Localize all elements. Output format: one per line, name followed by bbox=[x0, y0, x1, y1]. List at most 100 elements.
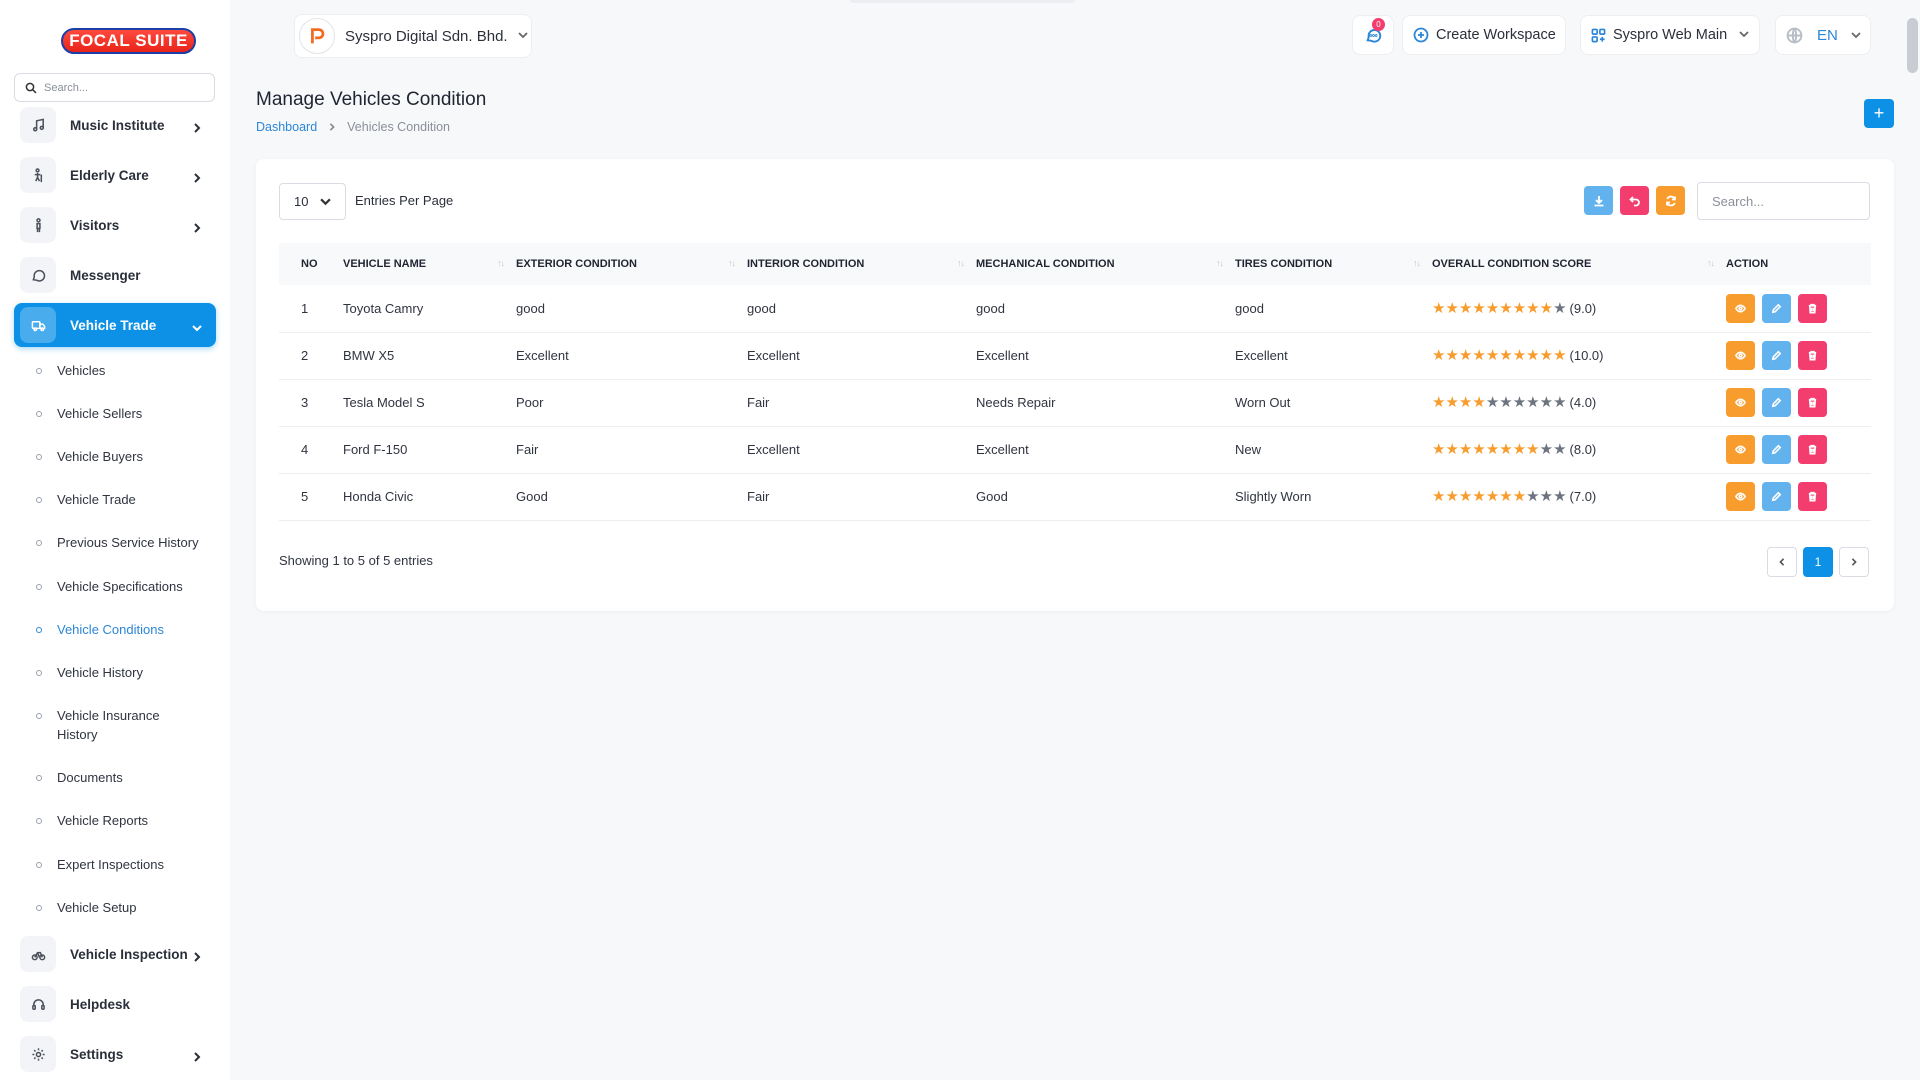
submenu-item-vehicle-reports[interactable]: Vehicle Reports bbox=[36, 811, 216, 830]
star-icon: ★ bbox=[1540, 301, 1553, 316]
submenu-item-vehicle-sellers[interactable]: Vehicle Sellers bbox=[36, 404, 216, 423]
view-button[interactable] bbox=[1726, 341, 1755, 370]
column-header-exterior[interactable]: EXTERIOR CONDITION↑↓ bbox=[516, 243, 747, 285]
column-header-no[interactable]: NO bbox=[279, 243, 343, 285]
sort-icon: ↑↓ bbox=[728, 258, 735, 268]
workspace-switcher[interactable]: Syspro Web Main bbox=[1580, 15, 1760, 55]
cell-no: 4 bbox=[279, 426, 343, 473]
reset-button[interactable] bbox=[1620, 186, 1649, 215]
submenu-item-vehicle-specifications[interactable]: Vehicle Specifications bbox=[36, 577, 216, 596]
column-header-score[interactable]: OVERALL CONDITION SCORE↑↓ bbox=[1432, 243, 1726, 285]
sidebar-item-label: Vehicle Inspection bbox=[70, 947, 192, 962]
submenu-item-expert-inspections[interactable]: Expert Inspections bbox=[36, 855, 216, 874]
submenu-item-vehicle-trade[interactable]: Vehicle Trade bbox=[36, 490, 216, 509]
star-icon: ★ bbox=[1513, 348, 1526, 363]
column-header-tires[interactable]: TIRES CONDITION↑↓ bbox=[1235, 243, 1432, 285]
bullet-icon bbox=[36, 368, 42, 374]
edit-button[interactable] bbox=[1762, 388, 1791, 417]
edit-button[interactable] bbox=[1762, 294, 1791, 323]
bullet-icon bbox=[36, 818, 42, 824]
submenu-item-vehicle-setup[interactable]: Vehicle Setup bbox=[36, 898, 216, 917]
language-code: EN bbox=[1817, 27, 1838, 44]
trash-icon bbox=[1807, 397, 1818, 408]
column-header-label: OVERALL CONDITION SCORE bbox=[1432, 258, 1591, 270]
cell-interior-condition: Fair bbox=[747, 473, 976, 520]
submenu-item-vehicle-history[interactable]: Vehicle History bbox=[36, 663, 216, 682]
submenu-item-vehicle-insurance-history[interactable]: Vehicle Insurance History bbox=[36, 706, 196, 744]
refresh-button[interactable] bbox=[1656, 186, 1685, 215]
sidebar-item-label: Settings bbox=[70, 1047, 192, 1062]
column-header-label: VEHICLE NAME bbox=[343, 258, 426, 270]
submenu-item-label: Vehicles bbox=[57, 361, 105, 380]
sidebar-item-messenger[interactable]: Messenger bbox=[14, 253, 216, 297]
view-button[interactable] bbox=[1726, 435, 1755, 464]
star-icon: ★ bbox=[1540, 395, 1553, 410]
cell-no: 2 bbox=[279, 332, 343, 379]
sidebar-item-visitors[interactable]: Visitors bbox=[14, 203, 216, 247]
cell-tires-condition: Worn Out bbox=[1235, 379, 1432, 426]
submenu-item-documents[interactable]: Documents bbox=[36, 768, 216, 787]
refresh-icon bbox=[1665, 195, 1677, 207]
sidebar-item-label: Music Institute bbox=[70, 118, 192, 133]
view-button[interactable] bbox=[1726, 482, 1755, 511]
view-button[interactable] bbox=[1726, 294, 1755, 323]
edit-button[interactable] bbox=[1762, 435, 1791, 464]
submenu-item-vehicle-conditions[interactable]: Vehicle Conditions bbox=[36, 620, 216, 639]
language-switcher[interactable]: EN bbox=[1775, 15, 1871, 55]
submenu-item-previous-service-history[interactable]: Previous Service History bbox=[36, 533, 216, 552]
view-button[interactable] bbox=[1726, 388, 1755, 417]
sidebar-item-label: Vehicle Trade bbox=[70, 318, 192, 333]
submenu-item-label: Vehicle Trade bbox=[57, 490, 136, 509]
company-switcher[interactable]: Syspro Digital Sdn. Bhd. bbox=[294, 14, 532, 58]
star-icon: ★ bbox=[1472, 489, 1485, 504]
focal-suite-logo[interactable]: FOCAL SUITE bbox=[61, 28, 196, 54]
table-row: 2BMW X5ExcellentExcellentExcellentExcell… bbox=[279, 332, 1871, 379]
submenu-item-label: Vehicle Reports bbox=[57, 811, 148, 830]
sidebar-search-input[interactable] bbox=[44, 82, 194, 94]
cell-vehicle-name: Honda Civic bbox=[343, 473, 516, 520]
page-scrollbar[interactable] bbox=[1907, 18, 1918, 73]
delete-button[interactable] bbox=[1798, 435, 1827, 464]
edit-button[interactable] bbox=[1762, 341, 1791, 370]
star-icon: ★ bbox=[1553, 348, 1566, 363]
table-search-input[interactable] bbox=[1697, 182, 1870, 220]
pagination-next[interactable] bbox=[1839, 547, 1869, 577]
notifications-button[interactable]: 0 bbox=[1352, 15, 1394, 55]
score-text: (4.0) bbox=[1570, 395, 1597, 410]
column-header-vehicle-name[interactable]: VEHICLE NAME↑↓ bbox=[343, 243, 516, 285]
star-rating: ★★★★★★★★★★(10.0) bbox=[1432, 348, 1604, 363]
column-header-mechanical[interactable]: MECHANICAL CONDITION↑↓ bbox=[976, 243, 1235, 285]
star-icon: ★ bbox=[1432, 301, 1445, 316]
column-header-label: INTERIOR CONDITION bbox=[747, 258, 864, 270]
delete-button[interactable] bbox=[1798, 294, 1827, 323]
pagination-prev[interactable] bbox=[1767, 547, 1797, 577]
sidebar-item-music-institute[interactable]: Music Institute bbox=[14, 103, 216, 147]
entries-per-page-select[interactable]: 10 bbox=[279, 183, 346, 220]
sidebar-item-vehicle-trade[interactable]: Vehicle Trade bbox=[14, 303, 216, 347]
chevron-down-icon bbox=[1739, 27, 1749, 43]
sidebar-item-elderly-care[interactable]: Elderly Care bbox=[14, 153, 216, 197]
column-header-interior[interactable]: INTERIOR CONDITION↑↓ bbox=[747, 243, 976, 285]
sidebar-item-settings[interactable]: Settings bbox=[14, 1032, 216, 1076]
delete-button[interactable] bbox=[1798, 482, 1827, 511]
breadcrumb-dashboard-link[interactable]: Dashboard bbox=[256, 120, 317, 134]
create-workspace-button[interactable]: Create Workspace bbox=[1402, 15, 1566, 55]
eye-icon bbox=[1735, 303, 1746, 314]
page-title: Manage Vehicles Condition bbox=[256, 89, 486, 111]
edit-button[interactable] bbox=[1762, 482, 1791, 511]
delete-button[interactable] bbox=[1798, 388, 1827, 417]
sidebar: FOCAL SUITE Music Institute Elderly Care… bbox=[0, 0, 230, 1080]
vehicles-condition-card: 10 Entries Per Page NO VEHICLE NAME↑↓ EX… bbox=[256, 159, 1894, 611]
pagination-page[interactable]: 1 bbox=[1803, 547, 1833, 577]
delete-button[interactable] bbox=[1798, 341, 1827, 370]
star-icon: ★ bbox=[1499, 348, 1512, 363]
export-button[interactable] bbox=[1584, 186, 1613, 215]
sidebar-item-helpdesk[interactable]: Helpdesk bbox=[14, 982, 216, 1026]
bullet-icon bbox=[36, 454, 42, 460]
truck-icon bbox=[20, 307, 56, 343]
submenu-item-vehicle-buyers[interactable]: Vehicle Buyers bbox=[36, 447, 216, 466]
sidebar-item-vehicle-inspection[interactable]: Vehicle Inspection bbox=[14, 932, 216, 976]
add-condition-button[interactable]: + bbox=[1864, 99, 1894, 128]
submenu-item-vehicles[interactable]: Vehicles bbox=[36, 361, 216, 380]
bullet-icon bbox=[36, 411, 42, 417]
